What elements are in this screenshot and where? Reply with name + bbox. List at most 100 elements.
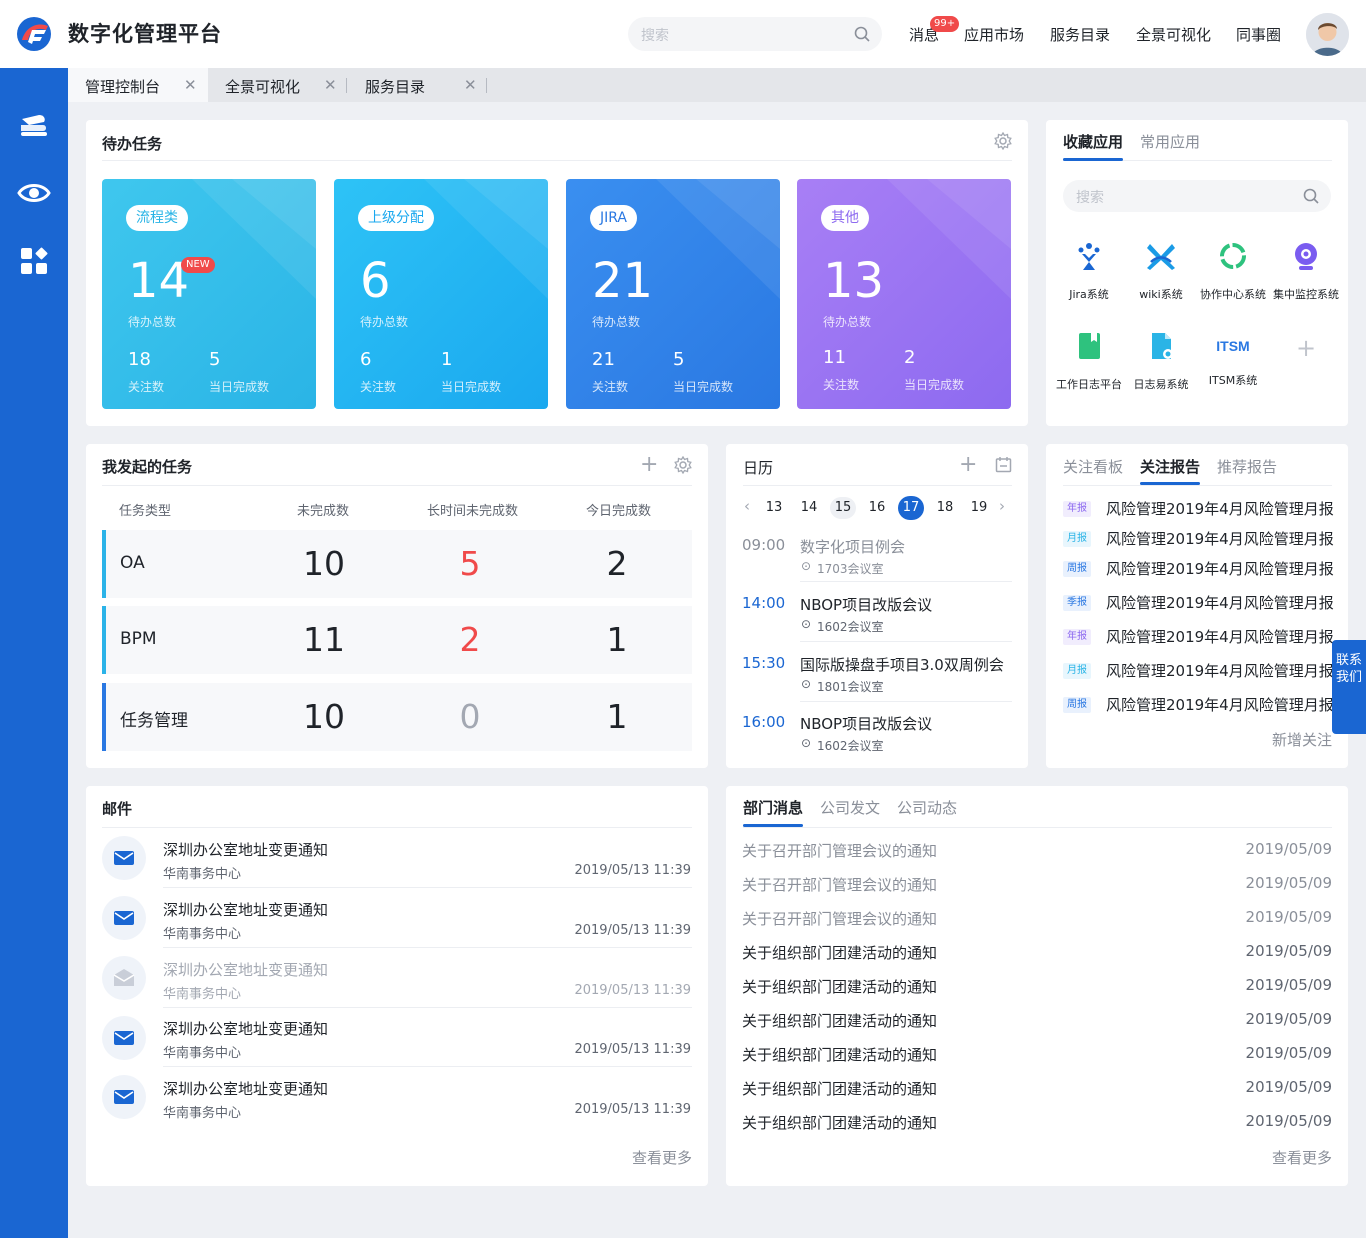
calendar-day[interactable]: 16	[864, 497, 890, 519]
event-title[interactable]: 数字化项目例会	[800, 536, 1010, 557]
news-title[interactable]: 关于组织部门团建活动的通知	[742, 942, 937, 963]
user-avatar[interactable]	[1306, 13, 1349, 56]
app-search-input[interactable]: 搜索	[1063, 180, 1331, 212]
calendar-day[interactable]: 14	[796, 497, 822, 519]
news-title[interactable]: 关于组织部门团建活动的通知	[742, 1044, 937, 1065]
wiki-icon	[1147, 244, 1175, 270]
task-type: BPM	[120, 629, 157, 649]
pending-total: 14	[128, 253, 190, 309]
report-title[interactable]: 风险管理2019年4月风险管理月报	[1106, 694, 1334, 715]
report-title[interactable]: 风险管理2019年4月风险管理月报	[1106, 592, 1334, 613]
report-title[interactable]: 风险管理2019年4月风险管理月报	[1106, 626, 1334, 647]
top-header: 数字化管理平台 搜索 消息 99+ 应用市场 服务目录 全景可视化 同事圈	[0, 0, 1366, 68]
app-worklog[interactable]: 工作日志平台	[1049, 330, 1129, 392]
location-pin-icon: ⊙	[801, 617, 812, 631]
desk-icon[interactable]	[17, 108, 51, 142]
divider	[163, 887, 692, 888]
task-card-jira[interactable]: JIRA 21 待办总数 21 关注数 5 当日完成数	[566, 179, 780, 409]
chevron-left-icon[interactable]: ‹	[744, 497, 750, 515]
app-monitor[interactable]: 集中监控系统	[1266, 240, 1346, 302]
mail-subject: 深圳办公室地址变更通知	[163, 1020, 329, 1038]
add-app-plus-icon[interactable]: +	[1296, 334, 1316, 362]
view-more-news-link[interactable]: 查看更多	[1272, 1147, 1332, 1168]
news-title[interactable]: 关于组织部门团建活动的通知	[742, 1010, 937, 1031]
task-type-tag: 上级分配	[358, 205, 434, 231]
undone-count: 10	[303, 544, 345, 583]
news-title[interactable]: 关于召开部门管理会议的通知	[742, 908, 937, 929]
nav-colleagues[interactable]: 同事圈	[1236, 24, 1281, 45]
app-logeasy[interactable]: 日志易系统	[1121, 330, 1201, 392]
tab-service-catalog[interactable]: 服务目录 ✕	[348, 68, 488, 102]
add-plus-icon[interactable]: +	[640, 452, 658, 477]
divider	[1063, 485, 1332, 486]
calendar-day[interactable]: 13	[761, 497, 787, 519]
app-title: 数字化管理平台	[68, 22, 222, 46]
close-icon[interactable]: ✕	[324, 76, 337, 94]
app-label: ITSM系统	[1208, 374, 1258, 387]
calendar-day[interactable]: 19	[966, 497, 992, 519]
tab-follow-board[interactable]: 关注看板	[1063, 456, 1123, 477]
app-itsm[interactable]: ITSM ITSM系统	[1193, 330, 1273, 388]
news-date: 2019/05/09	[1245, 1044, 1332, 1062]
app-wiki[interactable]: wiki系统	[1121, 240, 1201, 302]
mail-time: 2019/05/13 11:39	[574, 1042, 691, 1057]
news-title[interactable]: 关于组织部门团建活动的通知	[742, 976, 937, 997]
tab-console[interactable]: 管理控制台 ✕	[68, 68, 208, 102]
tab-dept-news[interactable]: 部门消息	[743, 797, 803, 818]
tab-common-apps[interactable]: 常用应用	[1140, 131, 1200, 152]
contact-us-button[interactable]: 联系我们	[1332, 640, 1366, 734]
event-title[interactable]: NBOP项目改版会议	[800, 713, 1010, 734]
pending-total: 13	[823, 253, 885, 309]
tab-favorite-apps[interactable]: 收藏应用	[1063, 131, 1123, 152]
tab-company-updates[interactable]: 公司动态	[897, 797, 957, 818]
settings-gear-icon[interactable]	[674, 456, 692, 474]
app-jira[interactable]: Jira系统	[1049, 240, 1129, 302]
report-title[interactable]: 风险管理2019年4月风险管理月报	[1106, 558, 1334, 579]
nav-service-catalog[interactable]: 服务目录	[1050, 24, 1110, 45]
calendar-day-today[interactable]: 15	[830, 497, 856, 519]
chevron-right-icon[interactable]: ›	[999, 497, 1005, 515]
mail-time: 2019/05/13 11:39	[574, 1102, 691, 1117]
apps-grid-icon[interactable]	[17, 244, 51, 278]
task-card-other[interactable]: 其他 13 待办总数 11 关注数 2 当日完成数	[797, 179, 1011, 409]
header-search-input[interactable]: 搜索	[628, 17, 882, 51]
tab-company-docs[interactable]: 公司发文	[820, 797, 880, 818]
tab-recommended-report[interactable]: 推荐报告	[1217, 456, 1277, 477]
task-card-process[interactable]: 流程类 14 待办总数 18 关注数 5 当日完成数	[102, 179, 316, 409]
search-icon[interactable]	[1303, 188, 1319, 204]
app-collab-center[interactable]: 协作中心系统	[1193, 240, 1273, 302]
news-title[interactable]: 关于召开部门管理会议的通知	[742, 840, 937, 861]
nav-panorama[interactable]: 全景可视化	[1136, 24, 1211, 45]
add-follow-link[interactable]: 新增关注	[1272, 729, 1332, 750]
close-icon[interactable]: ✕	[464, 76, 477, 94]
add-event-plus-icon[interactable]: +	[959, 452, 977, 477]
follow-count: 11	[823, 347, 846, 368]
event-time: 16:00	[742, 713, 786, 731]
calendar-day[interactable]: 18	[932, 497, 958, 519]
nav-app-market[interactable]: 应用市场	[964, 24, 1024, 45]
tab-panorama[interactable]: 全景可视化 ✕	[208, 68, 348, 102]
report-title[interactable]: 风险管理2019年4月风险管理月报	[1106, 660, 1334, 681]
news-title[interactable]: 关于组织部门团建活动的通知	[742, 1078, 937, 1099]
table-row[interactable]: BPM 11 2 1	[102, 606, 692, 674]
event-title[interactable]: NBOP项目改版会议	[800, 594, 1010, 615]
tab-follow-report[interactable]: 关注报告	[1140, 456, 1200, 477]
close-icon[interactable]: ✕	[184, 76, 197, 94]
eye-icon[interactable]	[17, 176, 51, 210]
report-title[interactable]: 风险管理2019年4月风险管理月报	[1106, 528, 1334, 549]
settings-gear-icon[interactable]	[994, 132, 1012, 150]
task-card-assigned[interactable]: 上级分配 6 待办总数 6 关注数 1 当日完成数	[334, 179, 548, 409]
search-icon[interactable]	[854, 26, 870, 42]
table-row[interactable]: 任务管理 10 0 1	[102, 683, 692, 751]
todo-tasks-title: 待办任务	[102, 135, 163, 153]
my-tasks-title: 我发起的任务	[102, 458, 193, 476]
calendar-day-selected[interactable]: 17	[898, 496, 924, 520]
news-title[interactable]: 关于召开部门管理会议的通知	[742, 874, 937, 895]
news-title[interactable]: 关于组织部门团建活动的通知	[742, 1112, 937, 1133]
view-more-mail-link[interactable]: 查看更多	[632, 1147, 692, 1168]
calendar-icon[interactable]	[995, 456, 1012, 473]
event-title[interactable]: 国际版操盘手项目3.0双周例会	[800, 654, 1010, 675]
report-type-badge: 年报	[1063, 501, 1091, 517]
report-title[interactable]: 风险管理2019年4月风险管理月报	[1106, 498, 1334, 519]
table-row[interactable]: OA 10 5 2	[102, 530, 692, 598]
